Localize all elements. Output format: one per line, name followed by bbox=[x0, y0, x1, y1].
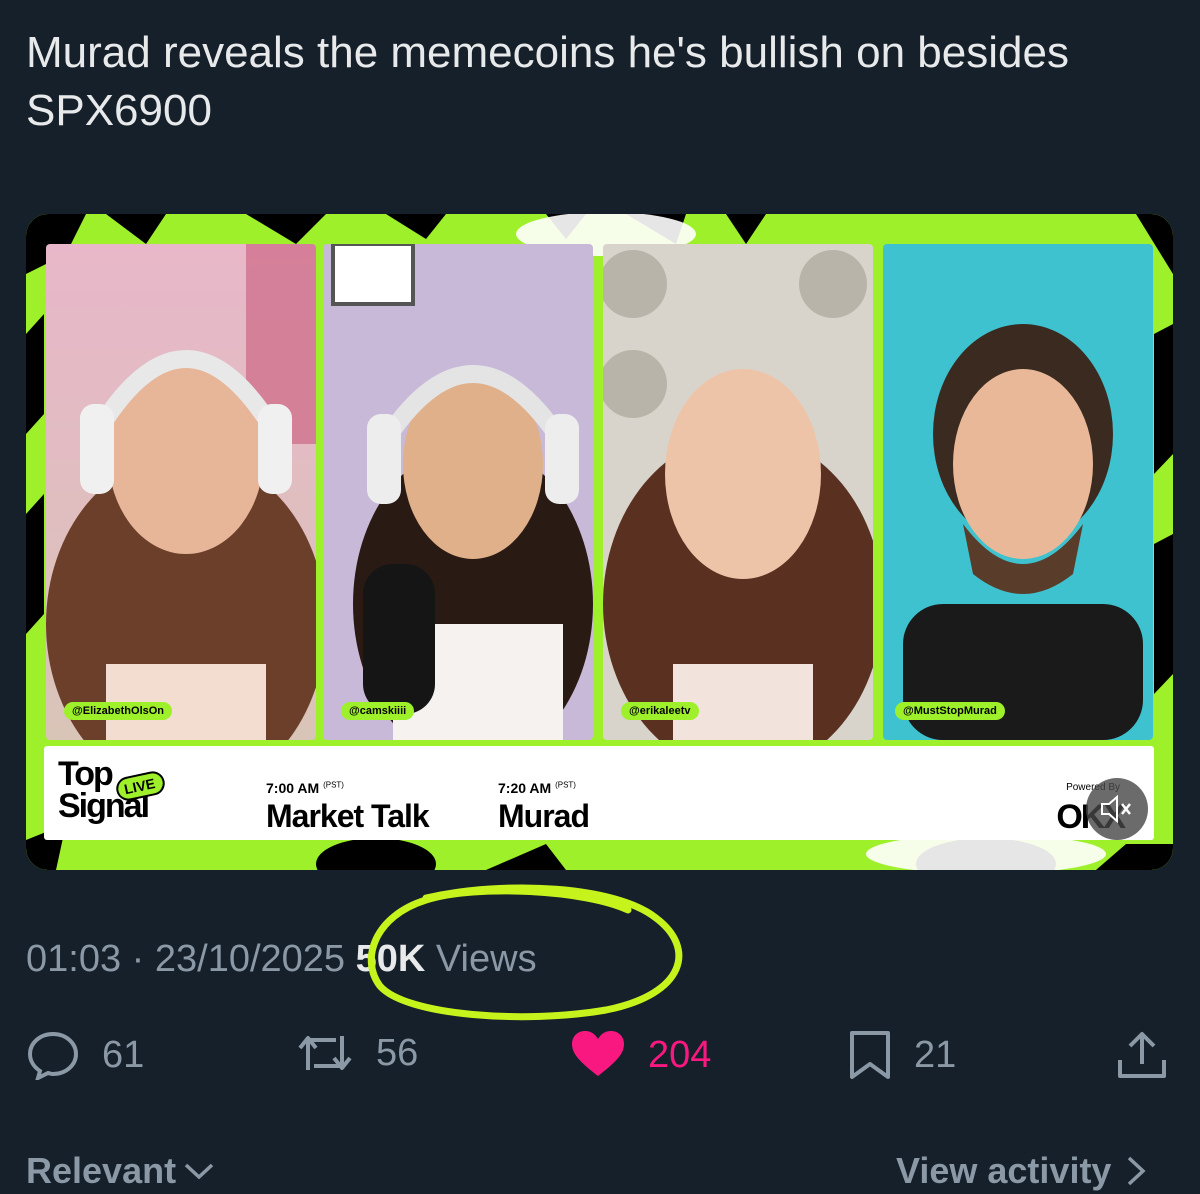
participant-4-image bbox=[883, 244, 1153, 740]
like-button[interactable]: 204 bbox=[570, 1030, 711, 1080]
tweet-time[interactable]: 01:03 bbox=[26, 938, 121, 980]
tweet-text: Murad reveals the memecoins he's bullish… bbox=[26, 28, 1069, 135]
view-activity-label: View activity bbox=[896, 1150, 1112, 1191]
speaker-muted-icon bbox=[1101, 794, 1131, 824]
like-count: 204 bbox=[648, 1033, 712, 1076]
participant-handle: @erikaleetv bbox=[621, 702, 699, 720]
highlight-circle-annotation bbox=[367, 884, 683, 1021]
participant-handle: @MustStopMurad bbox=[895, 702, 1005, 720]
chevron-right-icon bbox=[1128, 1156, 1147, 1186]
schedule-title: Market Talk bbox=[266, 798, 430, 834]
participant-1-image bbox=[46, 244, 316, 740]
share-icon bbox=[1118, 1032, 1166, 1078]
bookmark-button[interactable]: 21 bbox=[848, 1030, 956, 1080]
participant-3-image bbox=[603, 244, 873, 740]
reply-icon bbox=[27, 1031, 79, 1080]
reply-count: 61 bbox=[102, 1033, 145, 1076]
share-button[interactable] bbox=[1116, 1030, 1190, 1080]
heart-icon bbox=[572, 1031, 624, 1076]
repost-icon bbox=[298, 1036, 352, 1070]
repost-button[interactable]: 56 bbox=[296, 1030, 418, 1076]
tweet-date[interactable]: 23/10/2025 bbox=[155, 938, 345, 980]
schedule-title: Murad bbox=[498, 798, 590, 834]
view-activity-link[interactable]: View activity bbox=[896, 1150, 1149, 1192]
participant-handle: @ElizabethOlsOn bbox=[64, 702, 173, 720]
sort-label: Relevant bbox=[26, 1150, 177, 1191]
reply-button[interactable]: 61 bbox=[26, 1030, 144, 1080]
tweet-action-bar: 61 56 204 21 bbox=[0, 1030, 1200, 1090]
repost-count: 56 bbox=[376, 1031, 419, 1074]
video-player[interactable]: @ElizabethOlsOn @camskiiii @erikaleetv @… bbox=[26, 214, 1173, 870]
participant-video-1: @ElizabethOlsOn bbox=[46, 244, 316, 740]
schedule-time: 7:20 AM (PST) bbox=[498, 780, 576, 796]
participant-video-3: @erikaleetv bbox=[603, 244, 873, 740]
reply-sort-dropdown[interactable]: Relevant bbox=[26, 1150, 216, 1192]
participant-video-4: @MustStopMurad bbox=[883, 244, 1153, 740]
participant-video-2: @camskiiii bbox=[323, 244, 593, 740]
bookmark-icon bbox=[850, 1031, 890, 1079]
schedule-time: 7:00 AM (PST) bbox=[266, 780, 344, 796]
bookmark-count: 21 bbox=[914, 1033, 957, 1076]
participant-handle: @camskiiii bbox=[341, 702, 415, 720]
mute-button[interactable] bbox=[1086, 778, 1148, 840]
broadcast-lower-third: Top Signal LIVE 7:00 AM (PST) Market Tal… bbox=[44, 746, 1154, 840]
chevron-down-icon bbox=[184, 1163, 214, 1180]
participant-2-image bbox=[323, 244, 593, 740]
